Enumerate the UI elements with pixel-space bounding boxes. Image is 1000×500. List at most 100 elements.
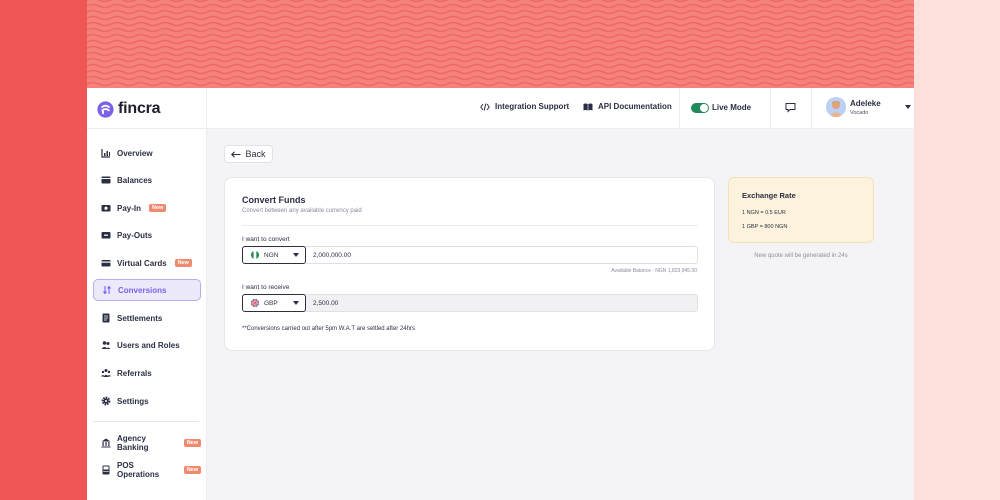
sidebar-item-referrals[interactable]: Referrals — [93, 362, 201, 384]
sidebar-item-overview[interactable]: Overview — [93, 142, 201, 164]
card-icon — [101, 260, 111, 267]
brand-name: fincra — [118, 100, 161, 117]
sidebar-divider — [93, 421, 199, 422]
card-divider — [242, 225, 698, 226]
sidebar-item-label: POS Operations — [117, 461, 160, 479]
to-currency-select[interactable]: GBP — [242, 294, 306, 312]
convert-from-field: NGN — [242, 246, 698, 264]
wave-line — [87, 27, 914, 33]
sidebar-item-balances[interactable]: Balances — [93, 169, 201, 191]
new-badge: New — [183, 439, 201, 447]
user-avatar-icon — [826, 97, 846, 117]
nigeria-flag-icon — [251, 251, 259, 259]
users-icon — [101, 341, 111, 349]
exchange-rate-line: 1 NGN = 0.5 EUR — [742, 210, 786, 216]
sidebar-item-label: Conversions — [118, 285, 167, 295]
convert-icon — [103, 285, 111, 295]
background-left-panel — [0, 0, 87, 500]
back-label: Back — [245, 149, 266, 159]
card-title: Convert Funds — [242, 195, 306, 205]
wave-line — [87, 33, 914, 39]
sidebar-item-conversions[interactable]: Conversions — [93, 279, 201, 301]
toggle-knob — [700, 104, 708, 112]
exchange-rate-title: Exchange Rate — [742, 191, 796, 200]
sidebar-item-label: Settings — [117, 396, 149, 406]
live-mode-toggle[interactable] — [691, 103, 709, 113]
sidebar-item-users-and-roles[interactable]: Users and Roles — [93, 334, 201, 356]
chevron-down-icon — [293, 253, 299, 257]
from-currency-code: NGN — [264, 251, 279, 259]
integration-support-link[interactable]: Integration Support — [480, 102, 569, 111]
new-badge: New — [183, 466, 201, 474]
sidebar-item-settlements[interactable]: Settlements — [93, 307, 201, 329]
sidebar-item-label: Pay-Outs — [117, 230, 153, 240]
top-bar: Integration Support API Documentation Li… — [207, 88, 914, 129]
wave-line — [87, 9, 914, 15]
pay-in-icon — [101, 205, 111, 212]
sidebar-item-label: Overview — [117, 148, 153, 158]
exchange-rate-card: Exchange Rate 1 NGN = 0.5 EUR 1 GBP = 80… — [728, 177, 874, 243]
sidebar-item-label: Referrals — [117, 368, 152, 378]
wave-line — [87, 63, 914, 69]
live-mode-label: Live Mode — [712, 103, 752, 112]
header-divider — [770, 88, 771, 129]
to-amount-input[interactable] — [313, 298, 693, 308]
chevron-down-icon — [293, 301, 299, 305]
wave-line — [87, 3, 914, 9]
sidebar-item-pay-in[interactable]: Pay-In New — [93, 197, 201, 219]
avatar[interactable] — [826, 97, 846, 117]
sidebar-item-settings[interactable]: Settings — [93, 390, 201, 412]
wave-line — [87, 45, 914, 51]
user-org: Vocado — [850, 110, 869, 116]
sidebar: fincra Overview Balances Pay-In New Pay-… — [87, 88, 207, 500]
sidebar-item-agency-banking[interactable]: Agency Banking New — [93, 432, 201, 454]
wave-line — [87, 21, 914, 27]
settlement-icon — [102, 313, 110, 323]
gear-icon — [101, 396, 111, 406]
chart-icon — [101, 149, 110, 158]
sidebar-item-label: Settlements — [117, 313, 163, 323]
sidebar-item-label: Agency Banking — [117, 434, 149, 452]
convert-to-label: I want to receive — [242, 284, 290, 291]
sidebar-item-pay-outs[interactable]: Pay-Outs — [93, 224, 201, 246]
wave-line — [87, 39, 914, 45]
wave-line — [87, 15, 914, 21]
sidebar-divider — [87, 128, 207, 129]
integration-support-label: Integration Support — [495, 102, 570, 111]
uk-flag-icon — [251, 299, 259, 307]
pay-out-icon — [101, 232, 111, 239]
from-currency-select[interactable]: NGN — [242, 246, 306, 264]
new-badge: New — [174, 259, 192, 267]
book-icon — [583, 103, 593, 110]
sidebar-item-label: Balances — [117, 175, 153, 185]
wave-line — [87, 75, 914, 81]
convert-from-label: I want to convert — [242, 236, 290, 243]
new-badge: New — [149, 204, 167, 212]
user-name: Adeleke — [850, 99, 881, 108]
sidebar-item-label: Pay-In — [117, 203, 142, 213]
from-amount-input[interactable] — [313, 250, 693, 260]
logo[interactable]: fincra — [97, 99, 161, 119]
exchange-rate-line: 1 GBP = 800 NGN — [742, 224, 788, 230]
referrals-icon — [101, 369, 111, 377]
sidebar-item-label: Users and Roles — [117, 340, 180, 350]
convert-to-field: GBP — [242, 294, 698, 312]
available-balance: Available Balance - NGN 1,823,945.00 — [611, 268, 697, 274]
convert-funds-card: Convert Funds Convert between any availa… — [224, 177, 715, 351]
api-documentation-link[interactable]: API Documentation — [583, 102, 672, 111]
wave-line — [87, 81, 914, 87]
sidebar-item-virtual-cards[interactable]: Virtual Cards New — [93, 252, 201, 274]
chevron-down-icon[interactable] — [905, 105, 911, 109]
sidebar-item-label: Virtual Cards — [117, 258, 167, 268]
chat-icon[interactable] — [785, 102, 796, 113]
back-button[interactable]: Back — [224, 145, 273, 163]
header-divider — [679, 88, 680, 129]
wallet-icon — [101, 176, 111, 184]
app-window: fincra Overview Balances Pay-In New Pay-… — [87, 88, 914, 500]
header-divider — [811, 88, 812, 129]
sidebar-item-pos-operations[interactable]: POS Operations New — [93, 459, 201, 481]
to-currency-code: GBP — [264, 299, 278, 307]
bank-icon — [101, 438, 111, 448]
card-subtitle: Convert between any available currency p… — [242, 208, 362, 214]
fincra-logo-icon — [97, 100, 114, 118]
